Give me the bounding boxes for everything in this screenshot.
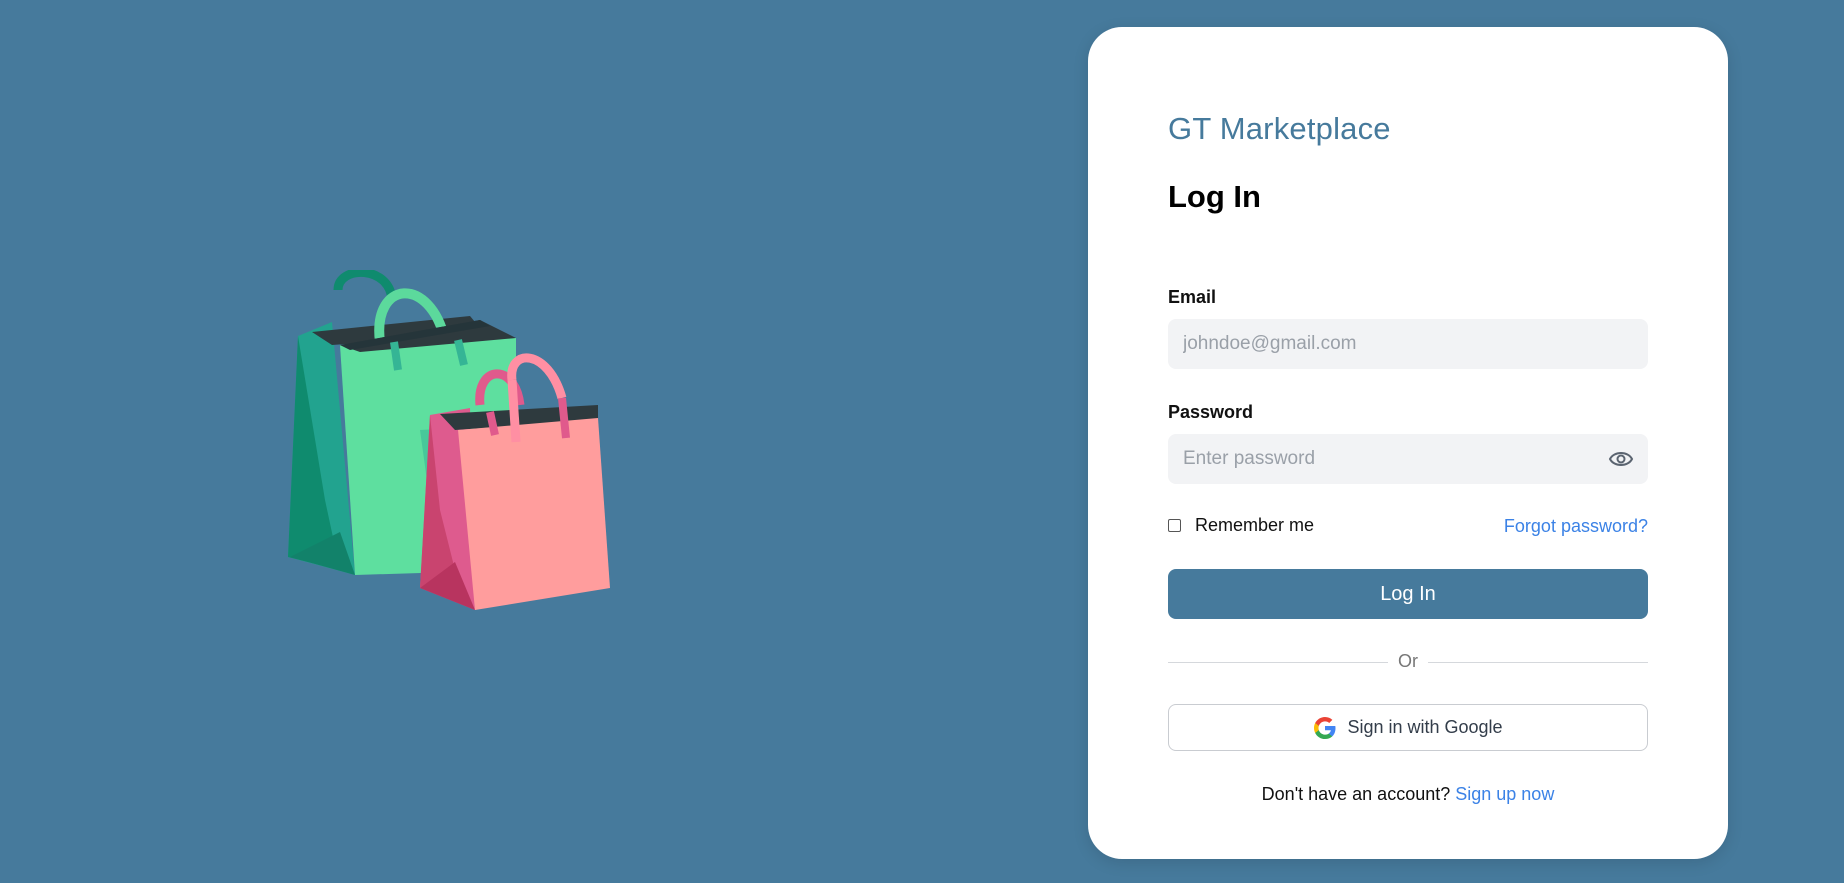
login-card: GT Marketplace Log In Email Password Rem… [1088, 27, 1728, 859]
email-field-container [1168, 319, 1648, 369]
brand-title: GT Marketplace [1168, 111, 1391, 146]
or-divider: Or [1168, 651, 1648, 673]
email-label: Email [1168, 287, 1217, 307]
page-title: Log In [1168, 179, 1261, 214]
google-signin-button[interactable]: Sign in with Google [1168, 704, 1648, 751]
divider-line-right [1428, 662, 1648, 663]
shopping-bags-icon [288, 270, 610, 610]
signup-row: Don't have an account? Sign up now [1168, 784, 1648, 805]
password-field-container [1168, 434, 1648, 484]
remember-me-label: Remember me [1195, 515, 1315, 535]
login-page: GT Marketplace Log In Email Password Rem… [0, 0, 1844, 883]
password-label: Password [1168, 402, 1254, 422]
forgot-password-link[interactable]: Forgot password? [1504, 516, 1648, 537]
signup-prompt: Don't have an account? [1261, 784, 1456, 804]
google-signin-label: Sign in with Google [1347, 717, 1503, 737]
password-field[interactable] [1168, 434, 1648, 484]
remember-me-checkbox[interactable] [1168, 519, 1181, 532]
remember-me: Remember me [1168, 515, 1314, 536]
eye-icon[interactable] [1608, 447, 1634, 471]
google-icon [1314, 716, 1336, 739]
login-button[interactable]: Log In [1168, 569, 1648, 619]
signup-link[interactable]: Sign up now [1455, 784, 1554, 804]
email-field[interactable] [1168, 319, 1648, 369]
